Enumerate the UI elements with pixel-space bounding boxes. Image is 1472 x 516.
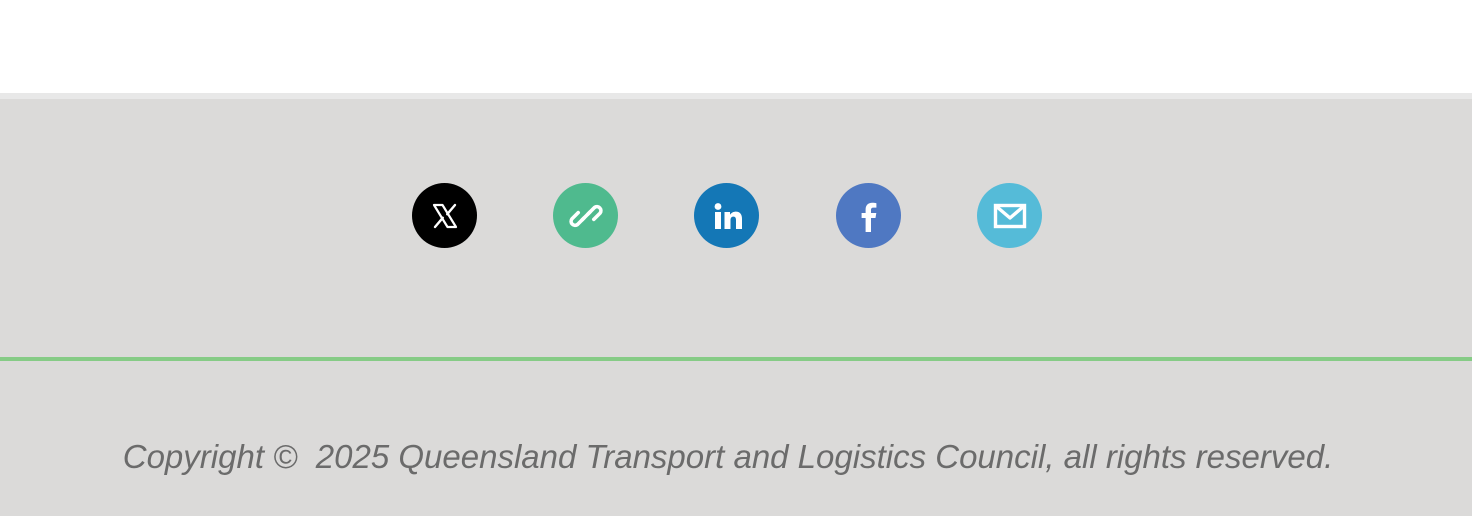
facebook-link[interactable] (836, 183, 901, 248)
link-icon (568, 199, 603, 233)
x-twitter-link[interactable] (412, 183, 477, 248)
linkedin-icon (709, 198, 745, 234)
page-content-area (0, 0, 1472, 93)
social-links (0, 183, 1472, 248)
envelope-icon (993, 203, 1027, 229)
footer: Copyright © 2025 Queensland Transport an… (0, 93, 1472, 516)
x-logo-icon (429, 200, 461, 232)
email-link[interactable] (977, 183, 1042, 248)
footer-divider (0, 357, 1472, 361)
website-link-button[interactable] (553, 183, 618, 248)
footer-top-border (0, 93, 1472, 99)
facebook-icon (854, 199, 884, 233)
copyright-text: Copyright © 2025 Queensland Transport an… (122, 438, 1334, 475)
linkedin-link[interactable] (694, 183, 759, 248)
